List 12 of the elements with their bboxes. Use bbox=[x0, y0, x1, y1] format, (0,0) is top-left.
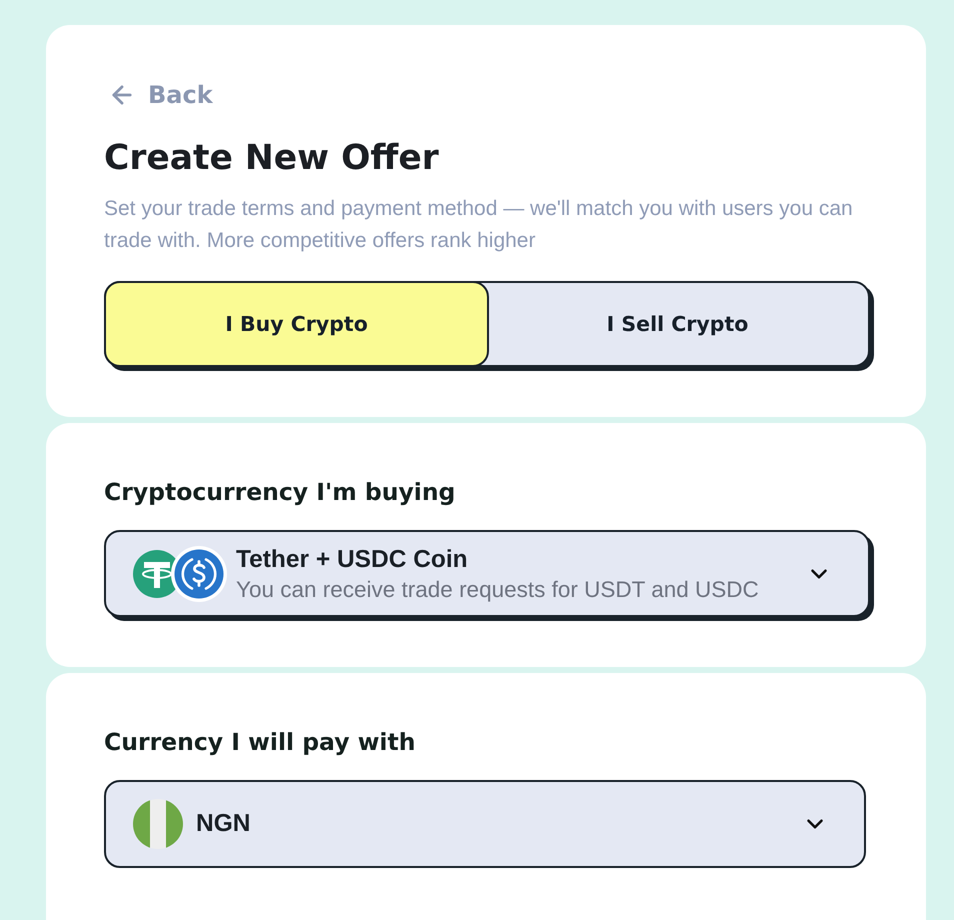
selected-coin-name: Tether + USDC Coin bbox=[236, 544, 468, 574]
section-label: Cryptocurrency I'm buying bbox=[104, 477, 456, 508]
coin-description: You can receive trade requests for USDT and USDC bbox=[236, 576, 759, 602]
page-subtitle: Set your trade terms and payment method — we'll match you with users you can trade with. More competitive offers rank higher bbox=[104, 196, 854, 254]
trade-side-tab[interactable]: I Sell Crypto bbox=[487, 283, 868, 365]
selected-currency-code: NGN bbox=[196, 809, 250, 839]
trade-side-tab[interactable]: I Buy Crypto bbox=[104, 281, 489, 367]
flag-icon bbox=[133, 799, 183, 849]
page-title: Create New Offer bbox=[104, 137, 439, 180]
section-label: Currency I will pay with bbox=[104, 727, 416, 758]
currency-select[interactable]: NGN bbox=[104, 780, 866, 868]
dollar-coin-icon bbox=[171, 546, 227, 602]
